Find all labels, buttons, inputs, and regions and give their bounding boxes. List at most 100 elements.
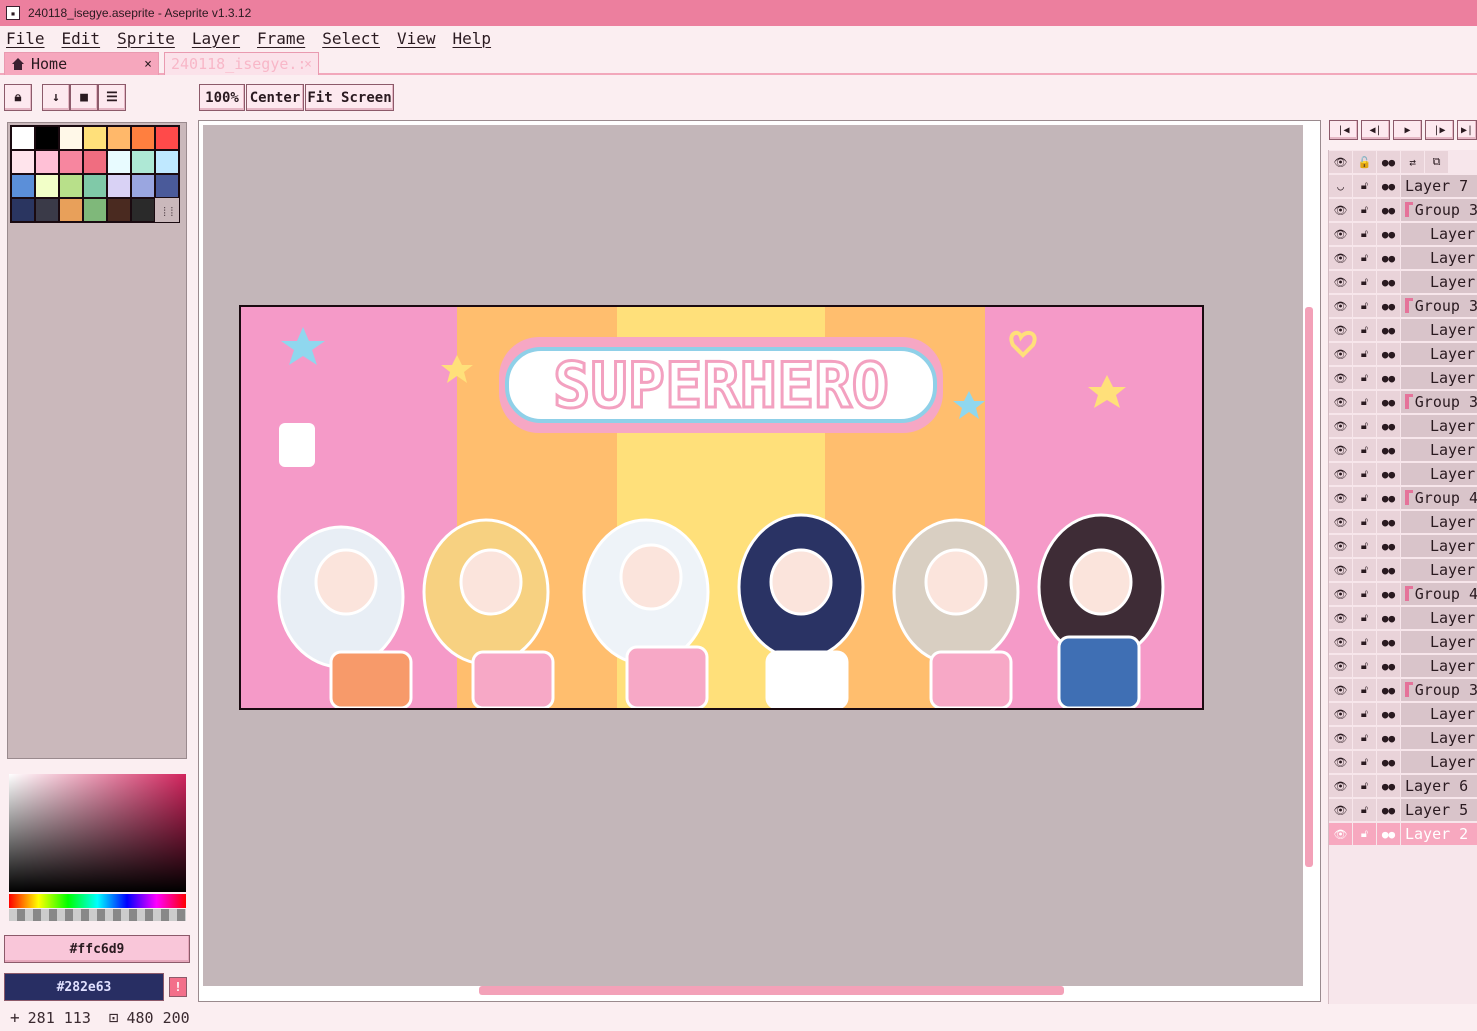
palette-swatch[interactable] bbox=[155, 126, 179, 150]
palette-swatch[interactable] bbox=[155, 150, 179, 174]
last-frame-button[interactable]: ▶| bbox=[1457, 120, 1477, 140]
lock-icon[interactable]: 🔓︎ bbox=[1353, 583, 1376, 605]
lock-icon[interactable]: 🔓︎ bbox=[1353, 439, 1376, 461]
palette-swatch[interactable] bbox=[131, 174, 155, 198]
eye-icon[interactable]: 👁 bbox=[1329, 559, 1352, 581]
palette-swatch[interactable] bbox=[59, 126, 83, 150]
palette-swatch[interactable] bbox=[107, 126, 131, 150]
palette-swatch[interactable] bbox=[83, 198, 107, 222]
layer-name[interactable]: Layer 2 bbox=[1401, 823, 1477, 845]
layer-name[interactable]: Layer bbox=[1401, 559, 1477, 581]
continuous-icon[interactable]: ●● bbox=[1377, 823, 1400, 845]
layer-row[interactable]: 👁 🔓︎ ●● Layer bbox=[1329, 246, 1477, 270]
layer-row[interactable]: 👁 🔓︎ ●● Layer bbox=[1329, 510, 1477, 534]
onion-skin-icon[interactable]: ⧉ bbox=[1425, 151, 1448, 173]
palette-swatch[interactable] bbox=[11, 198, 35, 222]
eye-icon[interactable]: 👁 bbox=[1329, 823, 1352, 845]
palette-swatch[interactable] bbox=[59, 174, 83, 198]
layer-row[interactable]: 👁 🔓︎ ●● Layer bbox=[1329, 270, 1477, 294]
close-icon[interactable]: × bbox=[144, 57, 152, 72]
continuous-icon[interactable]: ●● bbox=[1377, 799, 1400, 821]
eye-icon[interactable]: 👁 bbox=[1329, 679, 1352, 701]
palette-swatch[interactable] bbox=[11, 150, 35, 174]
palette-swatch[interactable] bbox=[83, 174, 107, 198]
lock-icon[interactable]: 🔓︎ bbox=[1353, 607, 1376, 629]
layer-name[interactable]: Layer bbox=[1401, 271, 1477, 293]
continuous-icon[interactable]: ●● bbox=[1377, 511, 1400, 533]
eye-icon[interactable]: 👁 bbox=[1329, 607, 1352, 629]
lock-icon[interactable]: 🔓︎ bbox=[1353, 391, 1376, 413]
menu-sprite[interactable]: Sprite bbox=[117, 29, 175, 48]
lock-icon[interactable]: 🔓︎ bbox=[1353, 823, 1376, 845]
eye-icon[interactable]: 👁 bbox=[1329, 535, 1352, 557]
lock-icon[interactable]: 🔓︎ bbox=[1353, 799, 1376, 821]
layer-name[interactable]: Layer bbox=[1401, 535, 1477, 557]
layer-row[interactable]: 👁 🔓︎ ●● Layer bbox=[1329, 222, 1477, 246]
continuous-icon[interactable]: ●● bbox=[1377, 319, 1400, 341]
layer-group-row[interactable]: 👁 🔓︎ ●● Group 3 bbox=[1329, 678, 1477, 702]
layer-name[interactable]: Layer bbox=[1401, 727, 1477, 749]
layer-row[interactable]: 👁 🔓︎ ●● Layer bbox=[1329, 414, 1477, 438]
palette-swatch[interactable] bbox=[11, 126, 35, 150]
palette-swatch[interactable] bbox=[131, 198, 155, 222]
layer-row[interactable]: 👁 🔓︎ ●● Layer 6 bbox=[1329, 774, 1477, 798]
lock-button[interactable]: 🔒︎ bbox=[4, 84, 32, 111]
eye-icon[interactable]: 👁 bbox=[1329, 199, 1352, 221]
palette-swatch[interactable] bbox=[107, 174, 131, 198]
layer-row[interactable]: 👁 🔓︎ ●● Layer 2 bbox=[1329, 822, 1477, 846]
eye-icon[interactable]: 👁 bbox=[1329, 439, 1352, 461]
layer-name[interactable]: Layer bbox=[1401, 703, 1477, 725]
lock-icon[interactable]: 🔓︎ bbox=[1353, 223, 1376, 245]
eye-icon[interactable]: 👁 bbox=[1329, 415, 1352, 437]
eye-icon[interactable]: 👁 bbox=[1329, 751, 1352, 773]
eye-icon[interactable]: 👁 bbox=[1329, 655, 1352, 677]
lock-icon[interactable]: 🔓︎ bbox=[1353, 463, 1376, 485]
lock-header-icon[interactable]: 🔓 bbox=[1353, 151, 1376, 173]
lock-icon[interactable]: 🔓︎ bbox=[1353, 367, 1376, 389]
continuous-icon[interactable]: ●● bbox=[1377, 223, 1400, 245]
layer-row[interactable]: 👁 🔓︎ ●● Layer bbox=[1329, 342, 1477, 366]
eye-icon[interactable]: 👁 bbox=[1329, 631, 1352, 653]
sprite-image[interactable]: SUPERHERO bbox=[239, 305, 1204, 710]
lock-icon[interactable]: 🔓︎ bbox=[1353, 319, 1376, 341]
continuous-icon[interactable]: ●● bbox=[1377, 655, 1400, 677]
menu-edit[interactable]: Edit bbox=[62, 29, 101, 48]
eye-icon[interactable]: 👁 bbox=[1329, 463, 1352, 485]
lock-icon[interactable]: 🔓︎ bbox=[1353, 703, 1376, 725]
continuous-icon[interactable]: ●● bbox=[1377, 775, 1400, 797]
visibility-header-icon[interactable]: 👁 bbox=[1329, 151, 1352, 173]
eye-icon[interactable]: 👁 bbox=[1329, 583, 1352, 605]
continuous-icon[interactable]: ●● bbox=[1377, 439, 1400, 461]
continuous-icon[interactable]: ●● bbox=[1377, 607, 1400, 629]
continuous-icon[interactable]: ●● bbox=[1377, 487, 1400, 509]
lock-icon[interactable]: 🔓︎ bbox=[1353, 535, 1376, 557]
eye-icon[interactable]: 👁 bbox=[1329, 271, 1352, 293]
continuous-icon[interactable]: ●● bbox=[1377, 175, 1400, 197]
layer-group-row[interactable]: 👁 🔓︎ ●● Group 3 bbox=[1329, 198, 1477, 222]
layer-group-row[interactable]: 👁 🔓︎ ●● Group 4 bbox=[1329, 486, 1477, 510]
layer-row[interactable]: 👁 🔓︎ ●● Layer bbox=[1329, 558, 1477, 582]
lock-icon[interactable]: 🔓︎ bbox=[1353, 775, 1376, 797]
layer-row[interactable]: 👁 🔓︎ ●● Layer bbox=[1329, 702, 1477, 726]
center-button[interactable]: Center bbox=[246, 84, 304, 111]
warning-icon[interactable]: ! bbox=[169, 977, 187, 997]
continuous-icon[interactable]: ●● bbox=[1377, 343, 1400, 365]
next-frame-button[interactable]: |▶ bbox=[1425, 120, 1454, 140]
menu-file[interactable]: File bbox=[6, 29, 45, 48]
lock-icon[interactable]: 🔓︎ bbox=[1353, 727, 1376, 749]
layer-row[interactable]: 👁 🔓︎ ●● Layer bbox=[1329, 726, 1477, 750]
layer-group-row[interactable]: 👁 🔓︎ ●● Group 4 bbox=[1329, 582, 1477, 606]
palette-swatch[interactable] bbox=[107, 198, 131, 222]
layer-name[interactable]: Layer 5 bbox=[1401, 799, 1477, 821]
palette-swatch[interactable] bbox=[131, 150, 155, 174]
continuous-icon[interactable]: ●● bbox=[1377, 583, 1400, 605]
eye-icon[interactable]: 👁 bbox=[1329, 799, 1352, 821]
layer-row[interactable]: 👁 🔓︎ ●● Layer bbox=[1329, 750, 1477, 774]
layer-name[interactable]: Group 4 bbox=[1401, 583, 1477, 605]
palette-swatch[interactable] bbox=[35, 150, 59, 174]
first-frame-button[interactable]: |◀ bbox=[1329, 120, 1358, 140]
lock-icon[interactable]: 🔓︎ bbox=[1353, 679, 1376, 701]
layer-name[interactable]: Layer bbox=[1401, 367, 1477, 389]
continuous-icon[interactable]: ●● bbox=[1377, 247, 1400, 269]
lock-icon[interactable]: 🔓︎ bbox=[1353, 343, 1376, 365]
